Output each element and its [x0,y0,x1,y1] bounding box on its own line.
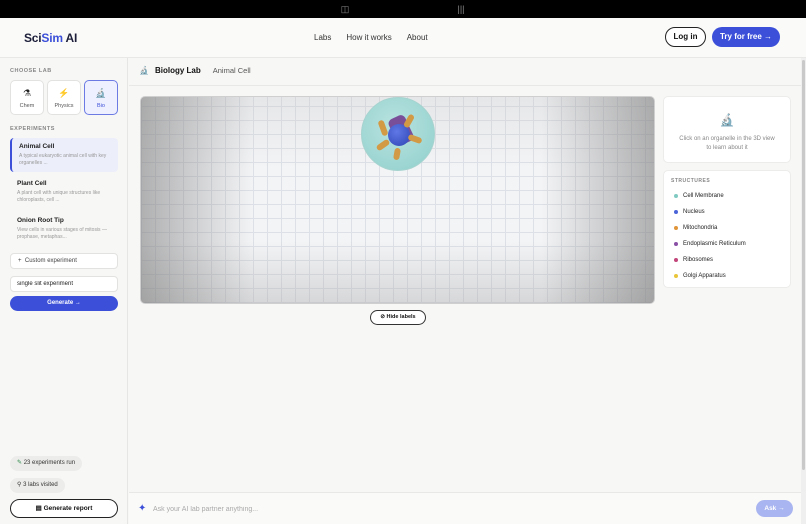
labs-visited-badge: ⚲ 3 labs visited [10,478,65,493]
structures-panel: STRUCTURES Cell Membrane Nucleus Mitocho… [663,170,791,288]
experiment-item-animal-cell[interactable]: Animal Cell A typical eukaryotic animal … [10,138,118,172]
chat-input[interactable] [153,502,513,516]
structure-name: Cell Membrane [683,193,724,199]
audio-waveform-icon: ||| [457,4,465,14]
eye-off-icon: ⊘ [380,314,386,320]
system-top-bar: ◫ ||| [0,0,806,18]
hide-labels-label: Hide labels [386,314,416,320]
generate-button[interactable]: Generate → [10,296,118,311]
nav-links: Labs How it works About [314,33,428,42]
flask-icon: ⚗ [22,88,32,98]
custom-experiment-label: Custom experiment [24,258,77,264]
plus-icon: + [18,258,22,264]
structure-item-mitochondria[interactable]: Mitochondria [674,225,717,231]
structure-name: Golgi Apparatus [683,273,726,279]
microscope-icon: ⚲ [17,482,22,488]
sparkle-icon: ✦ [138,503,147,514]
lab-title: Biology Lab [154,66,201,75]
experiment-name: Animal Cell [212,66,251,75]
pencil-icon: ✎ [17,460,23,466]
experiment-desc: A plant cell with unique structures like… [17,190,101,203]
structure-color-dot [674,210,678,214]
structure-name: Mitochondria [683,225,718,231]
app-icon: ◫ [340,4,350,14]
experiment-title: Onion Root Tip [17,217,64,224]
animal-cell-model[interactable] [361,97,435,171]
structure-name: Endoplasmic Reticulum [683,241,746,247]
experiment-item-onion-root-tip[interactable]: Onion Root Tip View cells in various sta… [10,212,118,246]
microscope-icon: 🔬 [95,88,107,98]
experiment-title: Animal Cell [19,143,55,150]
structures-label: STRUCTURES [671,178,711,184]
lab-name: Physics [54,103,74,109]
hide-labels-button[interactable]: ⊘ Hide labels [370,310,426,325]
structure-item-endoplasmic-reticulum[interactable]: Endoplasmic Reticulum [674,241,746,247]
organelle-info-card: 🔬 Click on an organelle in the 3D view t… [663,96,791,163]
mitochondrion-model[interactable] [393,147,401,161]
mitochondrion-model[interactable] [407,133,423,145]
custom-experiment-input[interactable] [10,276,118,292]
structure-name: Ribosomes [683,257,714,263]
experiment-desc: View cells in various stages of mitosis … [17,227,107,240]
3d-viewport[interactable] [140,96,655,304]
structure-item-cell-membrane[interactable]: Cell Membrane [674,193,724,199]
divider [129,85,801,86]
experiments-run-text: 23 experiments run [23,460,76,466]
lab-card-chem[interactable]: ⚗ Chem [10,80,44,115]
nav-link-about[interactable]: About [407,33,428,42]
experiment-desc: A typical eukaryotic animal cell with ke… [19,153,107,166]
lightning-icon: ⚡ [58,88,70,98]
microscope-icon: 🔬 [719,113,735,127]
structure-color-dot [674,194,678,198]
ask-button[interactable]: Ask → [756,500,793,517]
organelle-info-text: Click on an organelle in the 3D view to … [679,136,775,151]
mitochondrion-model[interactable] [402,113,416,129]
custom-experiment-button[interactable]: + Custom experiment [10,253,118,269]
labs-visited-text: 3 labs visited [23,482,58,488]
experiment-item-plant-cell[interactable]: Plant Cell A plant cell with unique stru… [10,175,118,209]
logo[interactable]: SciSim AI [24,31,77,45]
structure-item-nucleus[interactable]: Nucleus [674,209,705,215]
structure-color-dot [674,258,678,262]
experiments-label: EXPERIMENTS [10,126,55,132]
experiments-run-badge: ✎ 23 experiments run [10,456,83,471]
mitochondrion-model[interactable] [377,119,389,137]
login-button[interactable]: Log in [665,27,706,47]
lab-name: Bio [97,103,105,109]
main-panel: 🔬 Biology Lab Animal Cell ⊘ Hide labels … [129,58,801,524]
chat-bar: ✦ Ask → [129,492,801,524]
nav-link-how-it-works[interactable]: How it works [346,33,391,42]
generate-report-button[interactable]: ▤ Generate report [10,499,118,518]
scrollbar[interactable] [801,58,806,524]
structure-color-dot [674,242,678,246]
choose-lab-label: CHOOSE LAB [10,68,52,74]
structure-item-golgi-apparatus[interactable]: Golgi Apparatus [674,273,726,279]
document-icon: ▤ [35,505,42,512]
experiment-title: Plant Cell [17,180,47,187]
structure-color-dot [674,226,678,230]
structure-item-ribosomes[interactable]: Ribosomes [674,257,713,263]
mitochondrion-model[interactable] [375,138,391,152]
generate-report-label: Generate report [43,505,93,512]
nav-link-labs[interactable]: Labs [314,33,331,42]
lab-card-bio[interactable]: 🔬 Bio [84,80,118,115]
microscope-icon: 🔬 [139,66,149,75]
top-navigation: SciSim AI Labs How it works About Log in… [0,18,806,58]
breadcrumb: 🔬 Biology Lab Animal Cell [139,66,251,75]
structure-name: Nucleus [683,209,705,215]
try-free-button[interactable]: Try for free → [712,27,780,47]
structure-color-dot [674,274,678,278]
lab-name: Chem [19,103,35,109]
sidebar: CHOOSE LAB ⚗ Chem ⚡ Physics 🔬 Bio EXPERI… [0,58,128,524]
lab-card-physics[interactable]: ⚡ Physics [47,80,81,115]
scrollbar-thumb[interactable] [802,60,805,470]
